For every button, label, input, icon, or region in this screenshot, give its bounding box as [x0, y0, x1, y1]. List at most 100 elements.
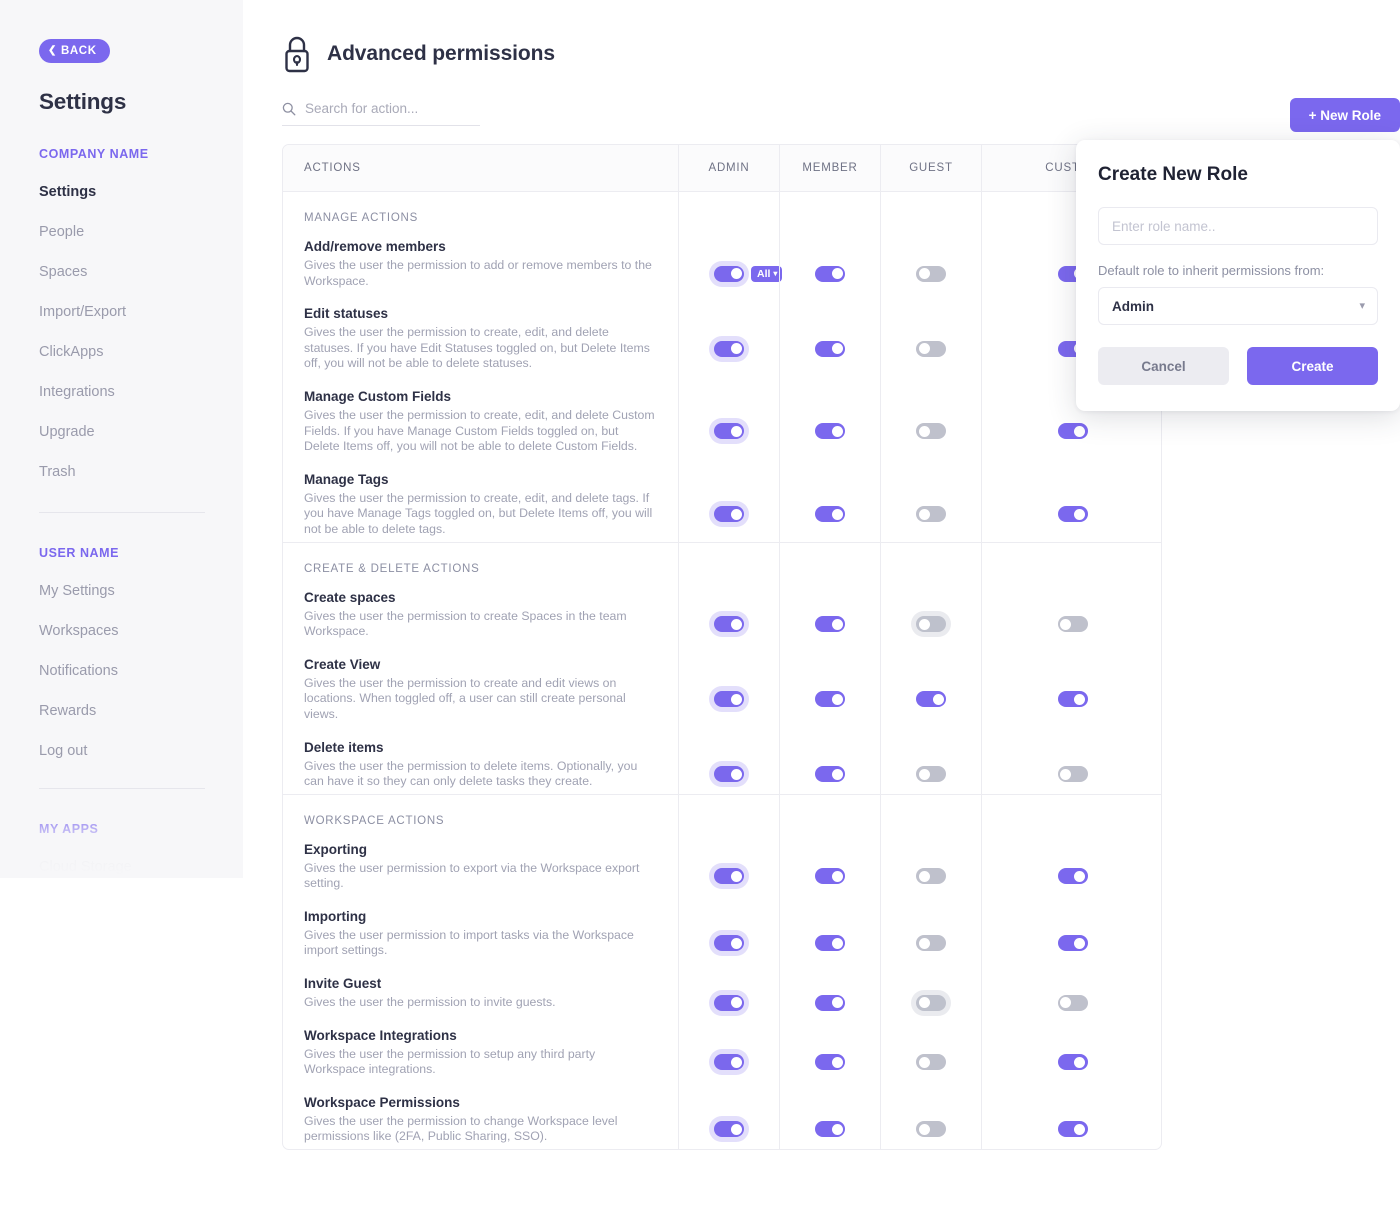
role-name-input[interactable]	[1098, 207, 1378, 245]
toggle-column-admin: All ▾	[678, 192, 783, 542]
action-description: Gives the user permission to import task…	[304, 927, 634, 958]
scope-badge[interactable]: All ▾	[751, 265, 783, 282]
toggle-custom[interactable]	[1057, 1054, 1088, 1071]
toggle-admin[interactable]	[709, 611, 749, 638]
table-row: Workspace Permissions Gives the user the …	[304, 1082, 657, 1149]
toggle-knob	[831, 937, 843, 949]
toggle-admin[interactable]	[709, 418, 749, 445]
toggle-knob	[831, 1056, 843, 1068]
sidebar-item-people[interactable]: People	[39, 223, 229, 241]
toggle-admin[interactable]	[709, 989, 749, 1016]
toggle-knob	[730, 937, 742, 949]
toggle-guest[interactable]	[916, 265, 946, 282]
action-name: Create View	[304, 656, 381, 672]
sidebar-item-integrations[interactable]: Integrations	[39, 383, 229, 401]
inherit-role-label: Default role to inherit permissions from…	[1098, 263, 1325, 278]
toggle-guest[interactable]	[916, 935, 946, 952]
toggle-guest[interactable]	[916, 1121, 946, 1138]
sidebar-item-clickapps[interactable]: ClickApps	[39, 343, 229, 361]
toggle-column-guest	[880, 192, 981, 542]
toggle-admin[interactable]	[709, 335, 749, 362]
toggle-admin[interactable]	[709, 930, 749, 957]
toggle-knob	[730, 268, 742, 280]
toggle-knob	[918, 425, 930, 437]
toggle-admin[interactable]	[709, 1116, 749, 1143]
toggle-guest[interactable]	[916, 506, 946, 523]
toggle-knob	[1060, 997, 1071, 1009]
toggle-member[interactable]	[815, 340, 845, 357]
toggle-knob	[831, 618, 843, 630]
toggle-column-guest	[880, 794, 981, 1150]
sidebar-item-cloud-storage[interactable]: Cloud Storage	[39, 858, 229, 876]
toggle-knob	[730, 1056, 742, 1068]
toggle-knob	[730, 425, 742, 437]
toggle-member[interactable]	[815, 935, 845, 952]
toggle-admin[interactable]	[709, 686, 749, 713]
toggle-admin[interactable]	[709, 260, 749, 287]
toggle-member[interactable]	[815, 691, 845, 708]
action-description: Gives the user the permission to delete …	[304, 758, 638, 789]
toggle-custom[interactable]	[1057, 766, 1088, 783]
sidebar-item-rewards[interactable]: Rewards	[39, 702, 229, 720]
toggle-guest[interactable]	[916, 1054, 946, 1071]
new-role-button[interactable]: + New Role	[1289, 98, 1400, 132]
sidebar-heading-user: USER NAME	[39, 546, 119, 560]
search-input[interactable]	[305, 101, 480, 116]
search-box[interactable]	[282, 101, 480, 126]
back-button[interactable]: ❮ BACK	[39, 39, 110, 63]
chevron-down-icon: ▾	[773, 268, 778, 278]
sidebar-item-trash[interactable]: Trash	[39, 463, 229, 481]
sidebar-item-settings[interactable]: Settings	[39, 183, 229, 201]
sidebar-item-spaces[interactable]: Spaces	[39, 263, 229, 281]
toggle-custom[interactable]	[1057, 423, 1088, 440]
table-row: Workspace Integrations Gives the user the…	[304, 1015, 657, 1082]
toggle-custom[interactable]	[1057, 506, 1088, 523]
toggle-custom[interactable]	[1057, 994, 1088, 1011]
toggle-admin[interactable]	[709, 1049, 749, 1076]
toggle-guest[interactable]	[916, 868, 946, 885]
sidebar-item-workspaces[interactable]: Workspaces	[39, 622, 229, 640]
toggle-knob	[918, 343, 930, 355]
toggle-guest[interactable]	[911, 989, 951, 1016]
toggle-member[interactable]	[815, 994, 845, 1011]
toggle-knob	[1060, 618, 1071, 630]
toggle-guest[interactable]	[911, 611, 951, 638]
toggle-admin[interactable]	[709, 761, 749, 788]
toggle-member[interactable]	[815, 868, 845, 885]
sidebar-item-import-export[interactable]: Import/Export	[39, 303, 229, 321]
sidebar-item-upgrade[interactable]: Upgrade	[39, 423, 229, 441]
cancel-button[interactable]: Cancel	[1098, 347, 1229, 385]
toggle-custom[interactable]	[1057, 691, 1088, 708]
toggle-member[interactable]	[815, 1054, 845, 1071]
create-button[interactable]: Create	[1247, 347, 1378, 385]
toggle-admin[interactable]	[709, 501, 749, 528]
toggle-member[interactable]	[815, 1121, 845, 1138]
toggle-member[interactable]	[815, 616, 845, 633]
toggle-member[interactable]	[815, 766, 845, 783]
toggle-column-admin	[678, 542, 779, 794]
toggle-guest[interactable]	[916, 423, 946, 440]
toggle-guest[interactable]	[916, 340, 946, 357]
table-row: Exporting Gives the user permission to ex…	[304, 829, 657, 896]
lock-icon	[285, 36, 309, 73]
toggle-custom[interactable]	[1057, 868, 1088, 885]
table-row: Create spaces Gives the user the permissi…	[304, 577, 657, 644]
inherit-role-select[interactable]: AdminMemberGuest	[1098, 287, 1378, 325]
page-title: Advanced permissions	[327, 42, 555, 65]
toggle-knob	[1074, 508, 1085, 520]
toggle-member[interactable]	[815, 423, 845, 440]
toggle-guest[interactable]	[916, 766, 946, 783]
toggle-member[interactable]	[815, 265, 845, 282]
sidebar-item-my-settings[interactable]: My Settings	[39, 582, 229, 600]
toggle-custom[interactable]	[1057, 935, 1088, 952]
toggle-custom[interactable]	[1057, 1121, 1088, 1138]
sidebar-item-log-out[interactable]: Log out	[39, 742, 229, 760]
sidebar-heading-apps: MY APPS	[39, 822, 99, 836]
sidebar-item-notifications[interactable]: Notifications	[39, 662, 229, 680]
toggle-member[interactable]	[815, 506, 845, 523]
toggle-knob	[730, 1123, 742, 1135]
toggle-guest[interactable]	[916, 691, 946, 708]
toggle-knob	[1074, 693, 1085, 705]
toggle-custom[interactable]	[1057, 616, 1088, 633]
toggle-admin[interactable]	[709, 863, 749, 890]
